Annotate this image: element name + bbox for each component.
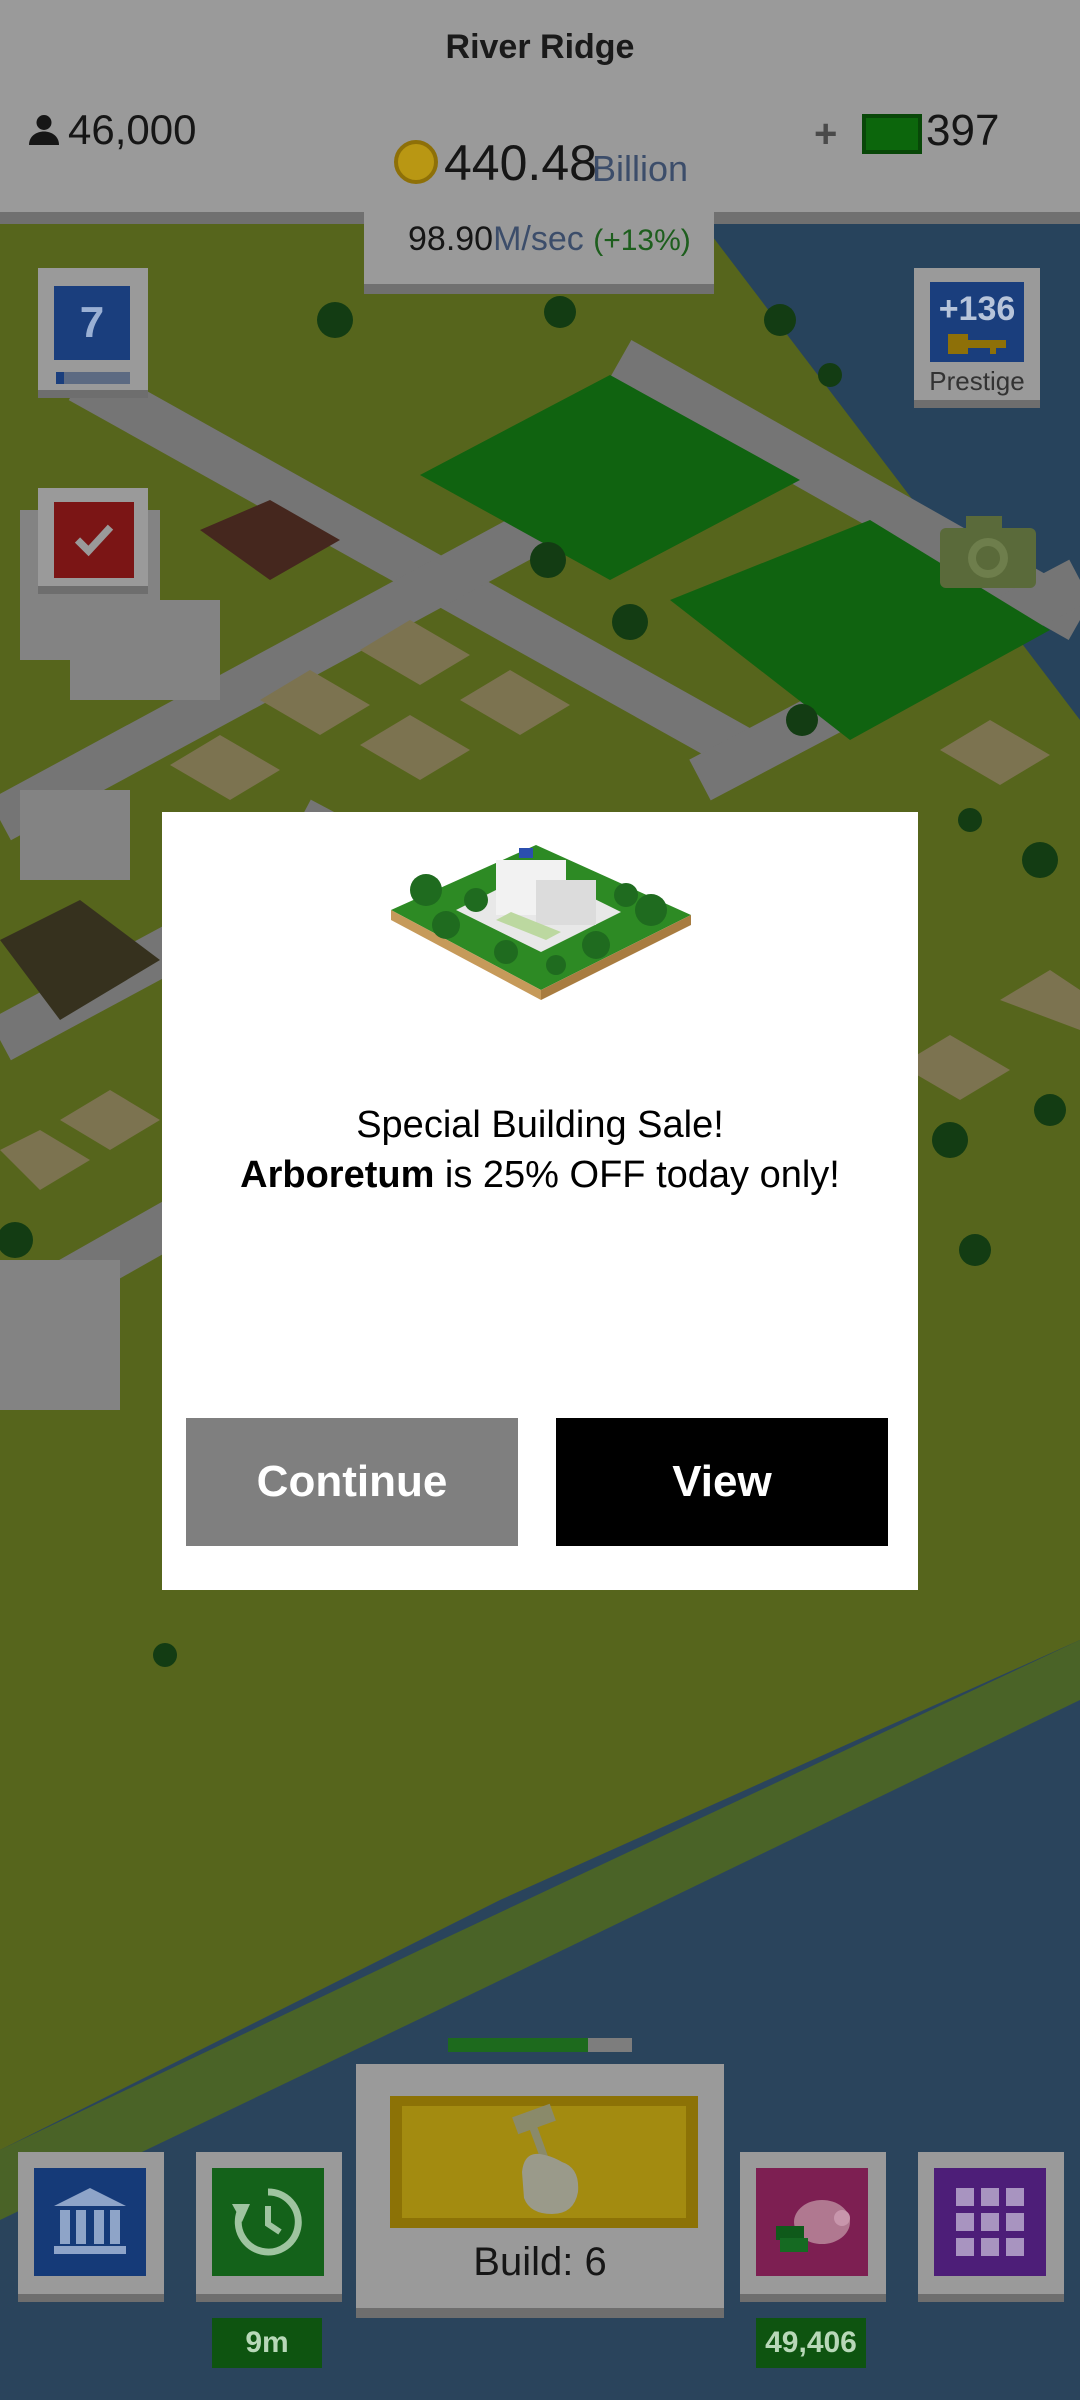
clock-rewind-icon bbox=[232, 2188, 302, 2256]
checkmark-icon bbox=[74, 524, 114, 557]
bills-value: 397 bbox=[926, 106, 1000, 155]
continue-button[interactable]: Continue bbox=[186, 1418, 518, 1546]
build-progress-fill bbox=[448, 2038, 588, 2052]
level-progress-track bbox=[56, 372, 130, 384]
piggy-bank-tile bbox=[756, 2168, 868, 2276]
add-bills-button[interactable]: + bbox=[814, 112, 837, 157]
level-value: 7 bbox=[54, 286, 130, 360]
cash-unit: Billion bbox=[592, 148, 689, 189]
view-button[interactable]: View bbox=[556, 1418, 888, 1546]
key-icon bbox=[948, 334, 1006, 354]
piggy-bank-label: 49,406 bbox=[756, 2318, 866, 2368]
rate-bonus: (+13%) bbox=[593, 224, 691, 257]
hammer-hand-icon bbox=[512, 2103, 579, 2214]
prestige-label: Prestige bbox=[929, 366, 1025, 396]
camera-icon[interactable] bbox=[936, 512, 1040, 592]
person-icon bbox=[29, 115, 59, 145]
prestige-value: +136 bbox=[938, 290, 1016, 328]
dialog-title: Special Building Sale! bbox=[356, 1104, 724, 1146]
offer-text: is 25% OFF today only! bbox=[434, 1154, 840, 1196]
population-display: 46,000 bbox=[26, 106, 196, 154]
rate-unit: M/sec bbox=[493, 220, 584, 258]
income-rate: 98.90M/sec (+13%) bbox=[408, 220, 691, 259]
piggy-bank-icon bbox=[776, 2200, 850, 2252]
grid-icon bbox=[956, 2188, 1024, 2256]
bank-tile bbox=[34, 2168, 146, 2276]
time-boost-tile bbox=[212, 2168, 324, 2276]
menu-grid-tile bbox=[934, 2168, 1046, 2276]
bank-icon bbox=[54, 2188, 126, 2254]
cash-value: 440.48 bbox=[444, 135, 597, 191]
build-label: Build: 6 bbox=[473, 2240, 607, 2284]
building-name: Arboretum bbox=[240, 1154, 435, 1196]
coin-icon bbox=[394, 140, 438, 184]
dialog-message: Arboretum is 25% OFF today only! bbox=[162, 1154, 918, 1197]
arboretum-building-image bbox=[391, 845, 691, 1000]
bill-icon bbox=[862, 114, 922, 154]
rate-value: 98.90 bbox=[408, 220, 494, 258]
cash-panel-shadow bbox=[364, 284, 714, 294]
population-value: 46,000 bbox=[68, 106, 197, 153]
time-boost-label: 9m bbox=[212, 2318, 322, 2368]
level-progress-fill bbox=[56, 372, 64, 384]
tasks-badge bbox=[54, 502, 134, 578]
city-name: River Ridge bbox=[445, 28, 635, 66]
